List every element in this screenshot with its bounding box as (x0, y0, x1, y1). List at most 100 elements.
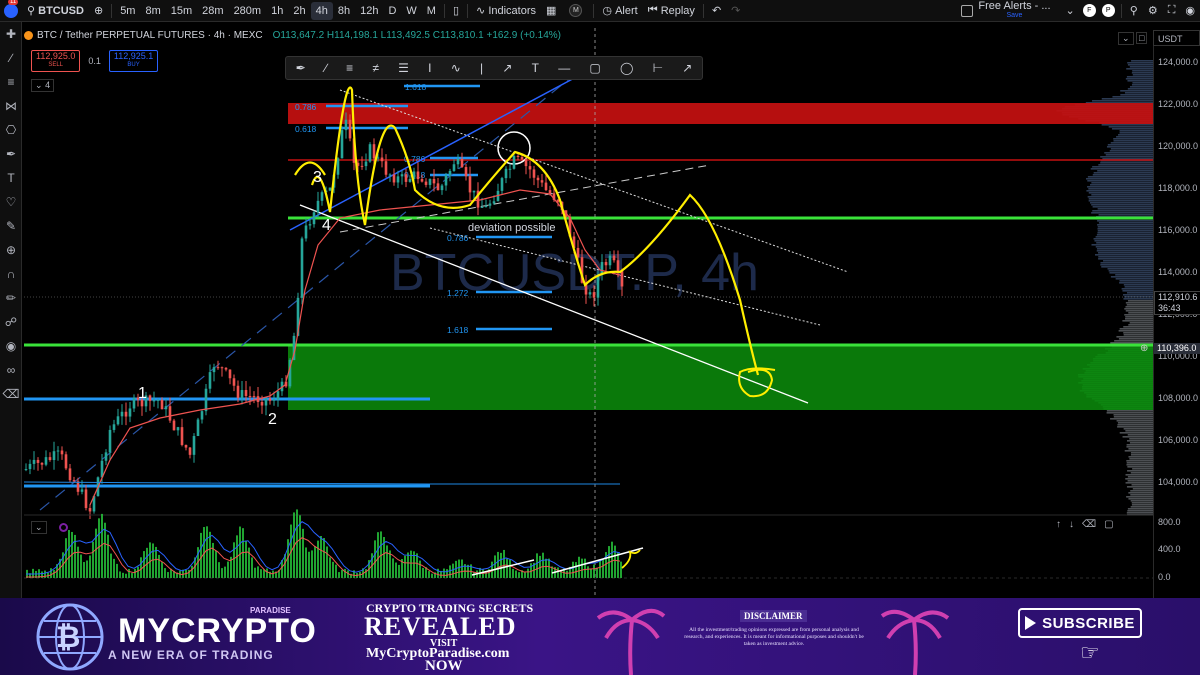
oscillator-bar (326, 546, 328, 578)
move-pane-up-button[interactable]: ↑ (1056, 519, 1061, 530)
candle-body (260, 402, 264, 406)
volume-profile-bar (1114, 340, 1153, 342)
indicators-collapse-button[interactable]: ⌄ 4 (31, 79, 55, 92)
maximize-pane-button[interactable]: ▢ (1104, 519, 1113, 530)
oscillator-pane (24, 509, 1153, 579)
volume-profile-bar (1127, 62, 1153, 64)
rectangle-button[interactable]: ▢ (589, 61, 600, 75)
price-axis[interactable]: 124,000.0 122,000.0 120,000.0 118,000.0 … (1153, 46, 1200, 516)
oscillator-bar (302, 528, 304, 578)
volume-profile-bar (1117, 422, 1153, 424)
volume-profile-bar (1104, 152, 1153, 154)
volume-profile-bar (1097, 220, 1153, 222)
circle-button[interactable]: ◯ (620, 61, 633, 75)
volume-profile-bar (1091, 194, 1153, 196)
collapsed-count: 4 (45, 80, 51, 90)
currency-selector[interactable]: USDT (1153, 30, 1200, 46)
candle-body (516, 155, 520, 158)
volume-profile-bar (1097, 228, 1153, 230)
candle-body (500, 178, 504, 191)
oscillator-bar (83, 562, 85, 578)
volume-profile-bar (1087, 180, 1153, 182)
candle-body (252, 396, 256, 398)
brand-name: MYCRYPTO (118, 612, 317, 651)
volume-profile-bar (1098, 222, 1153, 224)
candle-body (448, 170, 452, 176)
sell-button[interactable]: 112,925.0 SELL (31, 50, 81, 72)
fib-retrace-button[interactable]: ≡ (346, 61, 353, 75)
volume-profile-bar (1123, 334, 1153, 336)
globe-logo-icon: ₿ (36, 603, 104, 671)
volume-profile-bar (1128, 498, 1153, 500)
price-chart[interactable]: BTCUSDT.P, 4h 1.618 0.786 0.618 0.786 0.… (0, 0, 1200, 598)
buy-button[interactable]: 112,925.1 BUY (108, 50, 159, 72)
volume-profile-bar (1095, 246, 1153, 248)
volume-profile-bar (1095, 236, 1153, 238)
oscillator-bar (365, 569, 367, 578)
oscillator-bar (395, 562, 397, 578)
volume-profile-bar (1127, 88, 1153, 90)
candle-body (148, 395, 152, 401)
volume-profile-bar (1122, 290, 1153, 292)
delete-pane-button[interactable]: ⌫ (1082, 519, 1096, 530)
brush-tool-button[interactable]: ✒ (296, 61, 306, 75)
volume-profile-bar (1106, 410, 1153, 412)
osc-indicator-icon (59, 523, 68, 532)
candle-body (432, 178, 436, 184)
line-tool-button[interactable]: ∕ (325, 61, 327, 75)
volume-profile-bar (1131, 84, 1153, 86)
arrow-icon: ↗ (682, 61, 693, 75)
candle-body (152, 400, 156, 402)
path-button[interactable]: ↗ (502, 61, 512, 75)
volume-profile-bar (1109, 150, 1153, 152)
parallel-channel-button[interactable]: ☰ (398, 61, 409, 75)
measure-button[interactable]: ⊢ (653, 61, 663, 75)
oscillator-bar (617, 552, 619, 578)
text-cursor-button[interactable]: I (428, 61, 431, 75)
osc-axis[interactable]: 800.0 400.0 0.0 (1153, 516, 1200, 598)
candle-body (188, 447, 192, 455)
candle-body (220, 367, 224, 369)
restore-pane-button[interactable]: □ (1136, 32, 1148, 44)
volume-profile-bar (1120, 90, 1153, 92)
candle-body (336, 158, 340, 175)
arrow-button[interactable]: ↗ (682, 61, 692, 75)
move-pane-down-button[interactable]: ↓ (1069, 519, 1074, 530)
oscillator-bar (218, 562, 220, 578)
oscillator-bar (593, 564, 595, 578)
volume-profile-bar (1108, 270, 1153, 272)
volume-profile-bar (1115, 274, 1153, 276)
oscillator-bar (122, 572, 124, 578)
volume-profile-bar (1106, 412, 1153, 414)
subscribe-button[interactable]: SUBSCRIBE (1018, 608, 1142, 638)
volume-profile-bar (1093, 172, 1153, 174)
candle-body (444, 175, 448, 186)
candle-body (36, 459, 40, 463)
fib-extension-button[interactable]: ≠ (372, 61, 379, 75)
pattern-button[interactable]: ∿ (451, 61, 461, 75)
candle-body (328, 187, 332, 191)
volume-profile-bar (1108, 126, 1153, 128)
volume-profile-bar (1091, 212, 1153, 214)
vertical-line-button[interactable]: | (480, 61, 483, 75)
text-button[interactable]: T (532, 61, 539, 75)
candle-body (132, 397, 136, 409)
vertical-line-icon: | (480, 61, 484, 75)
oscillator-bar (89, 555, 91, 578)
oscillator-bar (80, 554, 82, 578)
fib-extension-icon: ≠ (372, 61, 379, 75)
measure-icon: ⊢ (652, 61, 664, 75)
horizontal-ray-button[interactable]: — (558, 61, 570, 75)
osc-collapse-button[interactable]: ⌄ (31, 521, 47, 534)
candle-body (304, 225, 308, 239)
axis-menu-button[interactable]: ⌄ (1118, 32, 1134, 45)
price-tick: 114,000.0 (1158, 267, 1198, 277)
candle-body (608, 255, 612, 266)
volume-profile-bar (1126, 460, 1153, 462)
volume-profile-bar (1096, 234, 1153, 236)
volume-profile-bar (1107, 144, 1153, 146)
oscillator-bar (272, 570, 274, 578)
candle-body (416, 171, 420, 180)
oscillator-bar (572, 561, 574, 578)
candle-body (364, 161, 368, 167)
